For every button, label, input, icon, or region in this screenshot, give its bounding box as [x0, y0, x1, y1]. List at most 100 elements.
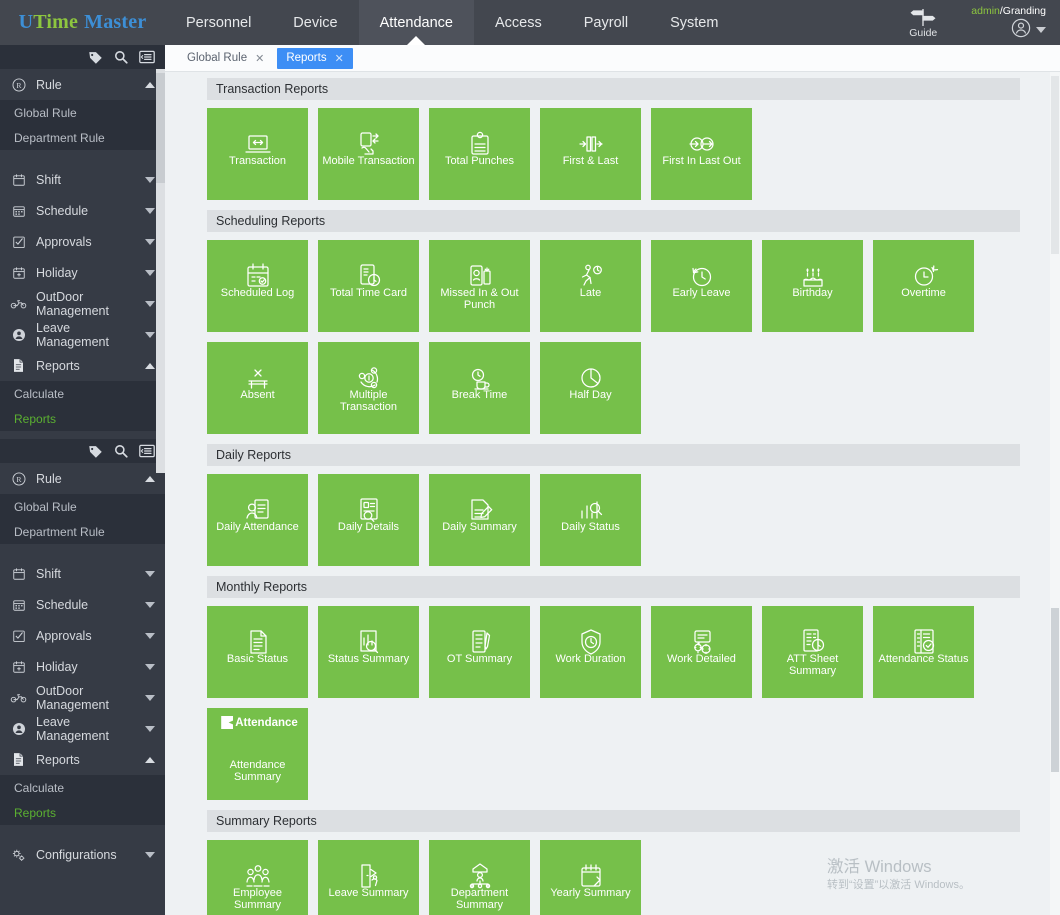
broken-image-icon: Attendance — [221, 716, 298, 729]
sidebar-item-label: Rule — [36, 472, 136, 486]
tile-att-sheet-summary[interactable]: ATT Sheet Summary — [762, 606, 863, 698]
sidebar-item-leave-management[interactable]: Leave Management — [0, 319, 165, 350]
collapse-menu-icon[interactable] — [139, 444, 155, 458]
tab-reports[interactable]: Reports ✕ — [277, 48, 353, 69]
tile-attendance-summary[interactable]: AttendanceAttendance Summary — [207, 708, 308, 800]
tile-ot-summary[interactable]: OT Summary — [429, 606, 530, 698]
nav-item-personnel[interactable]: Personnel — [165, 0, 272, 45]
sidebar-item-schedule[interactable]: Schedule — [0, 195, 165, 226]
tag-icon[interactable] — [88, 50, 103, 65]
search-icon[interactable] — [114, 444, 128, 458]
sidebar-item-rule[interactable]: RRule — [0, 69, 165, 100]
tile-birthday[interactable]: Birthday — [762, 240, 863, 332]
sidebar-item-approvals[interactable]: Approvals — [0, 226, 165, 257]
tile-half-day[interactable]: Half Day — [540, 342, 641, 434]
user-circle-icon — [10, 722, 27, 736]
tile-yearly-summary[interactable]: Yearly Summary — [540, 840, 641, 915]
tile-total-time-card[interactable]: Total Time Card — [318, 240, 419, 332]
sidebar-item-outdoor-management[interactable]: OutDoor Management — [0, 288, 165, 319]
sidebar-item-label: Reports — [36, 359, 136, 373]
sidebar-subitem-calculate[interactable]: Calculate — [0, 775, 165, 800]
tile-total-punches[interactable]: Total Punches — [429, 108, 530, 200]
registered-icon: R — [10, 78, 27, 92]
collapse-menu-icon[interactable] — [139, 50, 155, 64]
sidebar-item-holiday[interactable]: Holiday — [0, 651, 165, 682]
sidebar-subitem-reports[interactable]: Reports — [0, 406, 165, 431]
close-icon[interactable]: ✕ — [335, 52, 344, 65]
tile-early-leave[interactable]: Early Leave — [651, 240, 752, 332]
sidebar-item-approvals[interactable]: Approvals — [0, 620, 165, 651]
sidebar-item-shift[interactable]: Shift — [0, 558, 165, 589]
tag-icon[interactable] — [88, 444, 103, 459]
tile-first-in-last-out[interactable]: First In Last Out — [651, 108, 752, 200]
sidebar-item-reports[interactable]: Reports — [0, 744, 165, 775]
search-icon[interactable] — [114, 50, 128, 64]
tile-basic-status[interactable]: Basic Status — [207, 606, 308, 698]
tile-daily-details[interactable]: Daily Details — [318, 474, 419, 566]
nav-item-device[interactable]: Device — [272, 0, 358, 45]
tile-break-time[interactable]: Break Time — [429, 342, 530, 434]
close-icon[interactable]: ✕ — [255, 52, 264, 65]
nav-item-payroll[interactable]: Payroll — [563, 0, 649, 45]
tab-global-rule[interactable]: Global Rule ✕ — [178, 48, 273, 69]
tile-transaction[interactable]: Transaction — [207, 108, 308, 200]
sidebar-group-leave-management: Leave Management — [0, 319, 165, 350]
app-logo[interactable]: UTimeMaster — [0, 0, 165, 45]
nav-item-system[interactable]: System — [649, 0, 739, 45]
tile-attendance-status[interactable]: Attendance Status — [873, 606, 974, 698]
tile-daily-attendance[interactable]: Daily Attendance — [207, 474, 308, 566]
nav-item-access[interactable]: Access — [474, 0, 563, 45]
tile-work-detailed[interactable]: Work Detailed — [651, 606, 752, 698]
tile-work-duration[interactable]: Work Duration — [540, 606, 641, 698]
tile-multiple-transaction[interactable]: Multiple Transaction — [318, 342, 419, 434]
sidebar-scrollbar-thumb[interactable] — [156, 73, 165, 183]
guide-button[interactable]: Guide — [893, 6, 953, 40]
calendar-grid-icon — [10, 598, 27, 612]
tile-department-summary[interactable]: Department Summary — [429, 840, 530, 915]
sidebar-subitem-global-rule[interactable]: Global Rule — [0, 494, 165, 519]
sidebar-item-label: Reports — [36, 753, 136, 767]
tile-overtime[interactable]: Overtime — [873, 240, 974, 332]
chevron-down-icon — [145, 571, 155, 577]
tile-row: Basic StatusStatus SummaryOT SummaryWork… — [207, 606, 1060, 698]
sidebar-item-leave-management[interactable]: Leave Management — [0, 713, 165, 744]
chevron-up-icon — [145, 757, 155, 763]
sidebar-subitem-department-rule[interactable]: Department Rule — [0, 519, 165, 544]
sidebar-item-outdoor-management[interactable]: OutDoor Management — [0, 682, 165, 713]
chevron-down-icon — [145, 602, 155, 608]
tile-label: Break Time — [429, 390, 530, 402]
tile-absent[interactable]: Absent — [207, 342, 308, 434]
nav-item-attendance[interactable]: Attendance — [359, 0, 474, 45]
sidebar-item-rule[interactable]: R Rule — [0, 463, 165, 494]
sidebar-item-schedule[interactable]: Schedule — [0, 589, 165, 620]
tile-missed-in-out-punch[interactable]: Missed In & Out Punch — [429, 240, 530, 332]
tile-mobile-transaction[interactable]: Mobile Transaction — [318, 108, 419, 200]
user-circle-icon — [10, 328, 27, 342]
sidebar-item-label: Holiday — [36, 266, 136, 280]
tile-daily-status[interactable]: Daily Status — [540, 474, 641, 566]
sidebar-subitem-reports[interactable]: Reports — [0, 800, 165, 825]
page-scrollbar-thumb[interactable] — [1051, 608, 1059, 772]
tile-daily-summary[interactable]: Daily Summary — [429, 474, 530, 566]
tile-first-last[interactable]: First & Last — [540, 108, 641, 200]
tile-employee-summary[interactable]: Employee Summary — [207, 840, 308, 915]
sidebar-item-holiday[interactable]: Holiday — [0, 257, 165, 288]
page-scrollbar-thumb-upper[interactable] — [1051, 76, 1059, 254]
tile-label: Late — [540, 288, 641, 300]
tile-scheduled-log[interactable]: Scheduled Log — [207, 240, 308, 332]
tile-late[interactable]: Late — [540, 240, 641, 332]
sidebar-item-reports[interactable]: Reports — [0, 350, 165, 381]
avatar-dropdown[interactable] — [1011, 18, 1046, 43]
sidebar-subitem-global-rule[interactable]: Global Rule — [0, 100, 165, 125]
sidebar-subitem-calculate[interactable]: Calculate — [0, 381, 165, 406]
sidebar-item-label: Schedule — [36, 204, 136, 218]
sidebar-item-label: OutDoor Management — [36, 684, 136, 712]
svg-text:R: R — [16, 474, 22, 483]
tile-leave-summary[interactable]: Leave Summary — [318, 840, 419, 915]
sidebar-subitem-department-rule[interactable]: Department Rule — [0, 125, 165, 150]
logo-part-1: U — [19, 11, 34, 34]
tile-label: Scheduled Log — [207, 288, 308, 300]
sidebar-item-shift[interactable]: Shift — [0, 164, 165, 195]
tile-status-summary[interactable]: Status Summary — [318, 606, 419, 698]
sidebar-item-configurations[interactable]: Configurations — [0, 839, 165, 870]
